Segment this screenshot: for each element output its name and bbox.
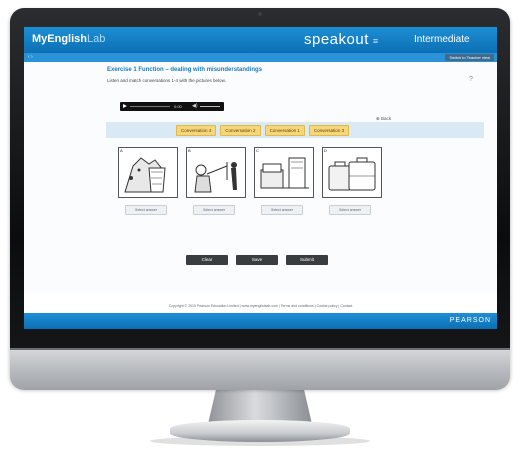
answer-chip[interactable]: Conversation 4 bbox=[176, 125, 217, 136]
save-button[interactable]: Save bbox=[236, 255, 278, 265]
picture-b: B bbox=[186, 147, 246, 198]
picture-d: D bbox=[322, 147, 382, 198]
footer-bar: PEARSON bbox=[24, 313, 497, 329]
breadcrumb[interactable]: ‹ › bbox=[28, 54, 33, 60]
volume-slider[interactable] bbox=[200, 106, 220, 107]
submit-button[interactable]: Submit bbox=[286, 255, 328, 265]
screen: MyEnglishLab speakout ≡ Intermediate ‹ › … bbox=[24, 27, 497, 329]
back-label: Back bbox=[381, 116, 392, 121]
speakout-logo[interactable]: speakout ≡ bbox=[304, 31, 379, 48]
picture-c: C bbox=[254, 147, 314, 198]
sub-bar: ‹ › Switch to Teacher view bbox=[24, 53, 497, 62]
switch-teacher-view-button[interactable]: Switch to Teacher view bbox=[445, 54, 494, 61]
picture-a: A bbox=[118, 147, 178, 198]
answer-drop-zone[interactable]: Select answer bbox=[329, 205, 371, 215]
stage: MyEnglishLab speakout ≡ Intermediate ‹ › … bbox=[0, 0, 519, 454]
camera-icon bbox=[258, 12, 262, 16]
monitor-chin-divider bbox=[10, 348, 510, 350]
audio-time: 0:00 bbox=[174, 104, 182, 109]
answer-drop-zone[interactable]: Select answer bbox=[125, 205, 167, 215]
volume-icon[interactable]: ◀) bbox=[192, 103, 198, 109]
answer-drop-zone[interactable]: Select answer bbox=[193, 205, 235, 215]
answer-chip[interactable]: Conversation 2 bbox=[220, 125, 261, 136]
picture-label: B bbox=[188, 148, 191, 153]
menu-icon[interactable]: ≡ bbox=[373, 36, 379, 46]
play-icon[interactable] bbox=[123, 104, 127, 108]
copyright-line: Copyright © 2015 Pearson Education Limit… bbox=[168, 304, 353, 308]
brand-main: MyEnglish bbox=[32, 33, 88, 45]
myenglishlab-logo[interactable]: MyEnglishLab bbox=[32, 33, 105, 45]
monitor-chin bbox=[10, 348, 510, 390]
monitor-neck bbox=[208, 388, 312, 424]
answer-drop-zone[interactable]: Select answer bbox=[261, 205, 303, 215]
picture-b-sketch bbox=[194, 162, 237, 193]
course-level: Intermediate bbox=[414, 34, 470, 45]
pearson-logo: PEARSON bbox=[449, 317, 491, 324]
speakout-text: speakout bbox=[304, 31, 369, 48]
answer-chip[interactable]: Conversation 3 bbox=[308, 125, 350, 136]
help-icon[interactable]: ? bbox=[469, 76, 473, 83]
answer-chips: Conversation 4 Conversation 2 Conversati… bbox=[176, 125, 350, 136]
exercise-instruction: Listen and match conversations 1-4 with … bbox=[107, 78, 226, 83]
answer-bank: Conversation 4 Conversation 2 Conversati… bbox=[106, 122, 484, 138]
picture-label: A bbox=[120, 148, 123, 153]
picture-d-sketch bbox=[328, 157, 376, 191]
picture-a-sketch bbox=[124, 157, 166, 193]
audio-player: 0:00 ◀) bbox=[120, 102, 224, 111]
picture-row: A B C D bbox=[118, 147, 382, 199]
picture-label: C bbox=[256, 148, 259, 153]
top-bar: MyEnglishLab speakout ≡ Intermediate bbox=[24, 27, 497, 53]
brand-lab: Lab bbox=[87, 33, 106, 45]
monitor-base bbox=[170, 420, 350, 442]
exercise-title: Exercise 1 Function – dealing with misun… bbox=[107, 67, 263, 73]
picture-label: D bbox=[324, 148, 327, 153]
audio-progress-track[interactable] bbox=[130, 106, 170, 107]
answer-chip[interactable]: Conversation 1 bbox=[264, 125, 305, 136]
clear-button[interactable]: Clear bbox=[186, 255, 228, 265]
picture-c-sketch bbox=[260, 157, 309, 189]
